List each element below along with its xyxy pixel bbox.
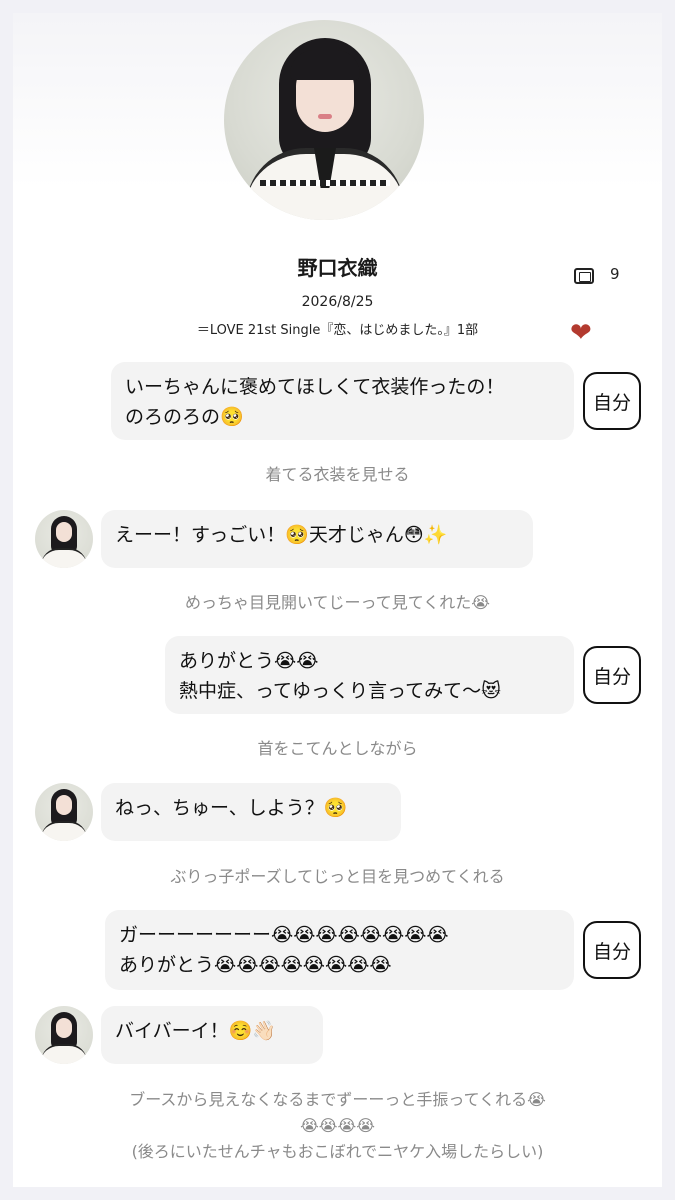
idol-message: ねっ、ちゅー、しよう？🥺	[101, 783, 401, 841]
self-message: いーちゃんに褒めてほしくて衣装作ったの！ のろのろの🥺	[111, 362, 574, 440]
film-icon[interactable]	[574, 268, 594, 284]
idol-message: バイバーイ！☺️👋🏻	[101, 1006, 323, 1064]
note-text: ぶりっ子ポーズしてじっと目を見つめてくれる	[170, 867, 505, 886]
note-text: ブースから見えなくなるまでずーーっと手振ってくれる😭 😭😭😭😭 (後ろにいたせん…	[129, 1090, 546, 1161]
idol-avatar	[35, 783, 93, 841]
event-date: 2026/8/25	[301, 294, 374, 310]
self-message: ありがとう😭😭 熱中症、ってゆっくり言ってみて〜😻	[165, 636, 574, 714]
self-button[interactable]: 自分	[583, 372, 641, 430]
note-text: めっちゃ目見開いてじーって見てくれた😭	[185, 593, 490, 612]
heart-icon[interactable]: ❤	[570, 320, 596, 346]
self-button[interactable]: 自分	[583, 646, 641, 704]
film-count: 9	[610, 265, 620, 283]
note-text: 首をこてんとしながら	[257, 739, 418, 758]
note-text: 着てる衣装を見せる	[265, 465, 410, 484]
idol-message: えーー！すっごい！🥺天才じゃん😳✨	[101, 510, 533, 568]
profile-avatar	[224, 20, 424, 220]
self-message: ガーーーーーーー😭😭😭😭😭😭😭😭 ありがとう😭😭😭😭😭😭😭😭	[105, 910, 574, 990]
idol-avatar	[35, 510, 93, 568]
self-button[interactable]: 自分	[583, 921, 641, 979]
idol-avatar	[35, 1006, 93, 1064]
